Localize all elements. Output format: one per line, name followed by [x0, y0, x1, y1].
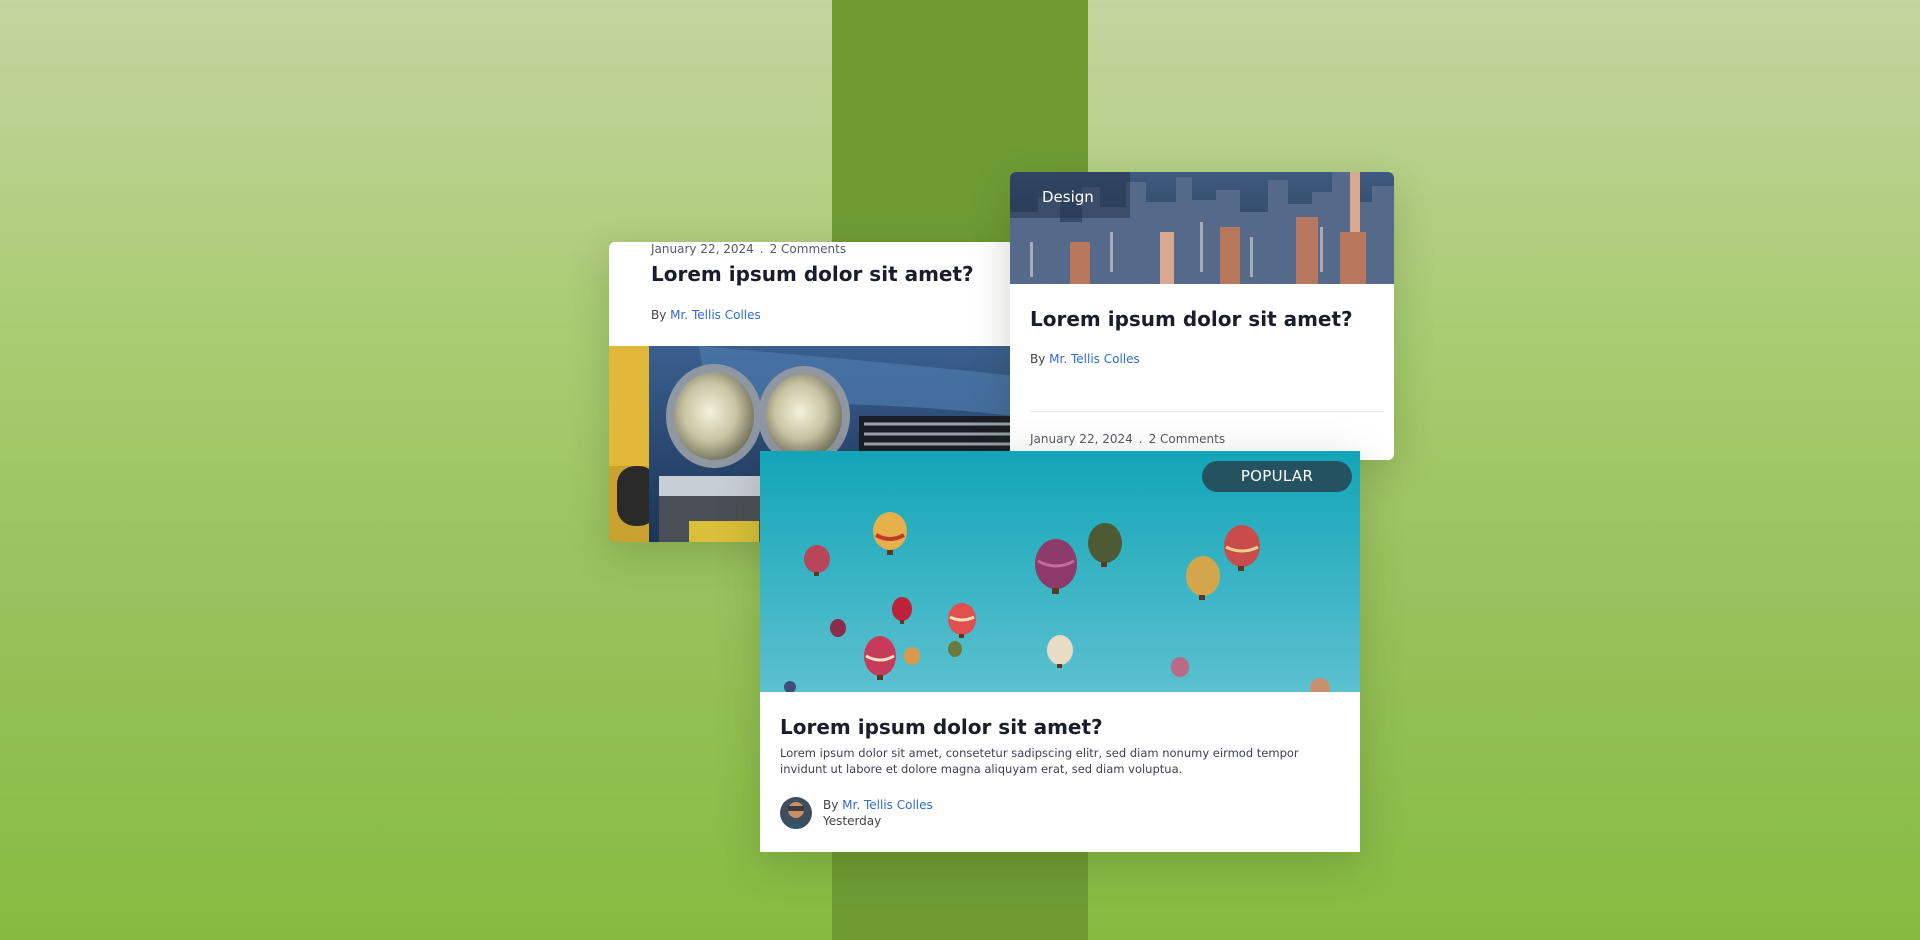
comments-link[interactable]: 2 Comments	[1149, 432, 1226, 446]
by-label: By	[651, 308, 667, 322]
post-byline: By Mr. Tellis Colles	[823, 797, 933, 813]
popular-badge: POPULAR	[1202, 461, 1352, 492]
post-excerpt: Lorem ipsum dolor sit amet, consetetur s…	[780, 746, 1299, 776]
post-title[interactable]: Lorem ipsum dolor sit amet?	[780, 715, 1103, 739]
by-label: By	[1030, 352, 1046, 366]
meta-separator: .	[759, 242, 764, 256]
author-link[interactable]: Mr. Tellis Colles	[1049, 352, 1140, 366]
post-title[interactable]: Lorem ipsum dolor sit amet?	[651, 262, 974, 286]
post-meta: January 22, 2024. 2 Comments	[651, 242, 846, 256]
by-label: By	[823, 798, 839, 812]
author-link[interactable]: Mr. Tellis Colles	[670, 308, 761, 322]
post-meta: January 22, 2024. 2 Comments	[1030, 432, 1225, 446]
post-byline: By Mr. Tellis Colles	[651, 308, 761, 322]
post-title[interactable]: Lorem ipsum dolor sit amet?	[1030, 307, 1353, 331]
meta-separator: .	[1138, 432, 1143, 446]
comments-link[interactable]: 2 Comments	[770, 242, 847, 256]
author-link[interactable]: Mr. Tellis Colles	[842, 798, 933, 812]
post-byline: By Mr. Tellis Colles	[1030, 352, 1140, 366]
category-tag[interactable]: Design	[1042, 186, 1094, 208]
post-date: January 22, 2024	[651, 242, 754, 256]
author-avatar[interactable]	[780, 797, 812, 829]
post-time: Yesterday	[823, 814, 882, 828]
blog-card-balloons[interactable]: POPULAR Lorem ipsum dolor sit amet? Lore…	[760, 451, 1360, 852]
blog-card-city[interactable]: Design Lorem ipsum dolor sit amet? By Mr…	[1010, 172, 1394, 460]
post-date: January 22, 2024	[1030, 432, 1133, 446]
card-divider	[1030, 411, 1384, 412]
